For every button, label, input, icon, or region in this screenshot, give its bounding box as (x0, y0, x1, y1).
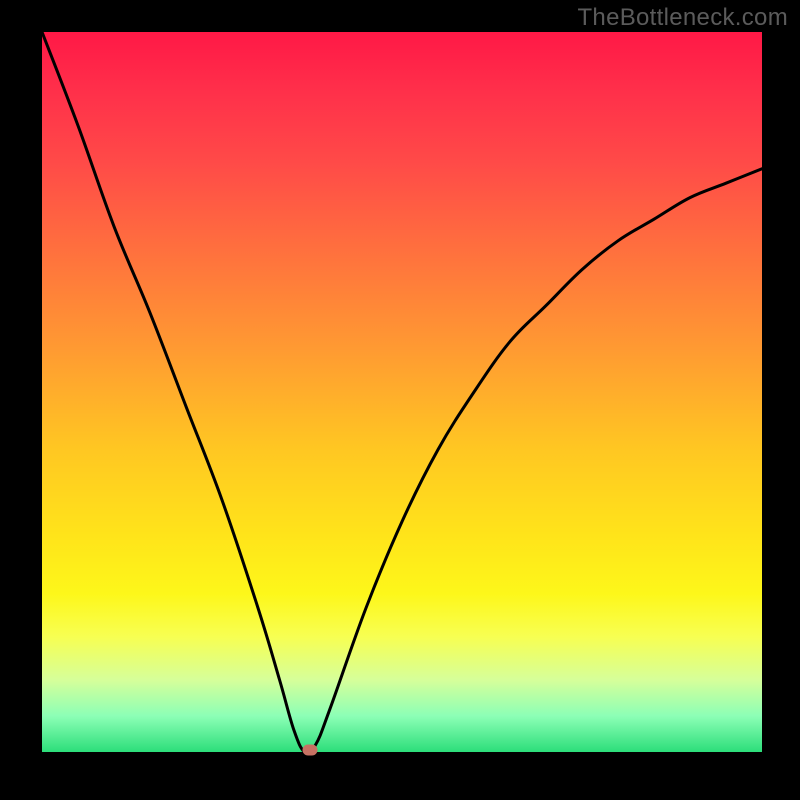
plot-area (42, 32, 762, 752)
curve-path (42, 32, 762, 752)
bottleneck-curve (42, 32, 762, 752)
watermark-text: TheBottleneck.com (577, 4, 788, 32)
chart-frame: TheBottleneck.com (0, 0, 800, 800)
optimum-marker (302, 744, 317, 755)
